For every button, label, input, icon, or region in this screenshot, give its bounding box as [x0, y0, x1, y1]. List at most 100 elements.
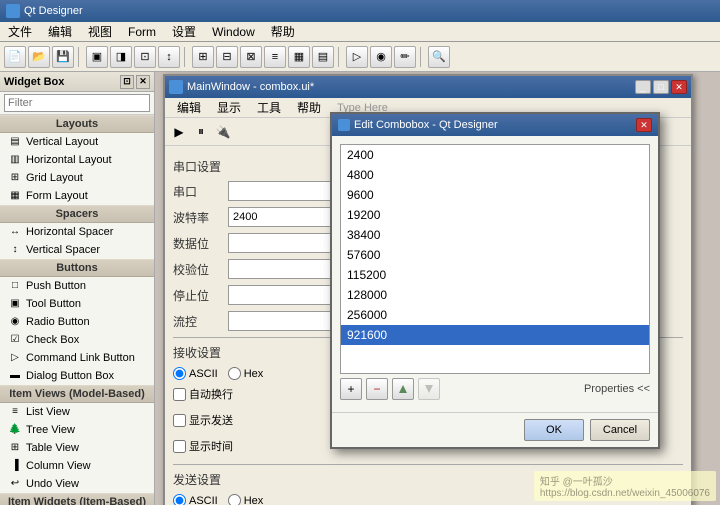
menu-help[interactable]: 帮助 — [263, 22, 303, 41]
widget-box: Widget Box ⊡ ✕ Layouts ▤ Vertical Layout… — [0, 72, 155, 505]
menu-form[interactable]: Form — [120, 24, 164, 40]
category-item-views[interactable]: Item Views (Model-Based) — [0, 385, 154, 403]
widget-box-close-btn[interactable]: ✕ — [136, 75, 150, 89]
show-time-label[interactable]: 显示时间 — [173, 438, 233, 454]
send-hex-radio[interactable] — [228, 494, 241, 505]
new-button[interactable]: 📄 — [4, 46, 26, 68]
send-ascii-radio[interactable] — [173, 494, 186, 505]
menu-file[interactable]: 文件 — [0, 22, 40, 41]
combo-down-btn[interactable] — [418, 378, 440, 400]
flow-control-label: 流控 — [173, 313, 228, 330]
filter-input[interactable] — [4, 94, 150, 112]
qt-menu-display[interactable]: 显示 — [209, 98, 249, 117]
show-send-label[interactable]: 显示发送 — [173, 412, 233, 428]
watermark: 知乎 @一叶孤沙 https://blog.csdn.net/weixin_45… — [534, 471, 716, 501]
title-bar: Qt Designer — [0, 0, 720, 22]
show-time-checkbox[interactable] — [173, 440, 186, 453]
toolbar-btn-10[interactable]: ▤ — [312, 46, 334, 68]
toolbar-btn-14[interactable]: 🔍 — [428, 46, 450, 68]
menu-edit[interactable]: 编辑 — [40, 22, 80, 41]
qt-menu-tools[interactable]: 工具 — [249, 98, 289, 117]
toolbar-btn-5[interactable]: ⊞ — [192, 46, 214, 68]
combo-dialog-close-btn[interactable]: ✕ — [636, 118, 652, 132]
widget-horizontal-layout[interactable]: ▥ Horizontal Layout — [0, 151, 154, 169]
combo-list-item[interactable]: 57600 — [341, 245, 649, 265]
combo-cancel-btn[interactable]: Cancel — [590, 419, 650, 441]
open-button[interactable]: 📂 — [28, 46, 50, 68]
menu-view[interactable]: 视图 — [80, 22, 120, 41]
widget-vertical-layout[interactable]: ▤ Vertical Layout — [0, 133, 154, 151]
combo-list-item[interactable]: 38400 — [341, 225, 649, 245]
widget-box-float-btn[interactable]: ⊡ — [120, 75, 134, 89]
toolbar-btn-6[interactable]: ⊟ — [216, 46, 238, 68]
widget-radio-button[interactable]: ◉ Radio Button — [0, 313, 154, 331]
qt-menu-help[interactable]: 帮助 — [289, 98, 329, 117]
qt-close-btn[interactable]: ✕ — [671, 80, 687, 94]
widget-list-view[interactable]: ≡ List View — [0, 403, 154, 421]
receive-hex-radio[interactable] — [228, 367, 241, 380]
toolbar-btn-11[interactable]: ▷ — [346, 46, 368, 68]
auto-newline-label[interactable]: 自动换行 — [173, 386, 233, 402]
combo-ok-btn[interactable]: OK — [524, 419, 584, 441]
combo-list-item[interactable]: 256000 — [341, 305, 649, 325]
toolbar-btn-1[interactable]: ▣ — [86, 46, 108, 68]
widget-table-view[interactable]: ⊞ Table View — [0, 439, 154, 457]
show-send-checkbox[interactable] — [173, 414, 186, 427]
receive-hex-label[interactable]: Hex — [228, 367, 264, 380]
content-area: MainWindow - combox.ui* _ □ ✕ 编辑 显示 工具 帮… — [155, 72, 720, 505]
category-spacers[interactable]: Spacers — [0, 205, 154, 223]
category-layouts[interactable]: Layouts — [0, 115, 154, 133]
widget-undo-view[interactable]: ↩ Undo View — [0, 475, 154, 493]
qt-play-btn[interactable]: ▶ — [169, 122, 189, 142]
widget-push-button[interactable]: □ Push Button — [0, 277, 154, 295]
save-button[interactable]: 💾 — [52, 46, 74, 68]
qt-maximize-btn[interactable]: □ — [653, 80, 669, 94]
toolbar-btn-3[interactable]: ⊡ — [134, 46, 156, 68]
toolbar-btn-9[interactable]: ▦ — [288, 46, 310, 68]
combo-list-item[interactable]: 921600 — [341, 325, 649, 345]
combo-up-btn[interactable] — [392, 378, 414, 400]
menu-settings[interactable]: 设置 — [164, 22, 204, 41]
qt-stop-btn[interactable]: 🔌 — [213, 122, 233, 142]
combo-list-item[interactable]: 9600 — [341, 185, 649, 205]
combo-list-item[interactable]: 4800 — [341, 165, 649, 185]
combo-remove-btn[interactable]: − — [366, 378, 388, 400]
category-buttons[interactable]: Buttons — [0, 259, 154, 277]
qt-menu-edit[interactable]: 编辑 — [169, 98, 209, 117]
toolbar-btn-7[interactable]: ⊠ — [240, 46, 262, 68]
combo-list-item[interactable]: 128000 — [341, 285, 649, 305]
combo-list-item[interactable]: 19200 — [341, 205, 649, 225]
send-hex-label[interactable]: Hex — [228, 494, 264, 505]
widget-tree-view[interactable]: 🌲 Tree View — [0, 421, 154, 439]
widget-grid-layout[interactable]: ⊞ Grid Layout — [0, 169, 154, 187]
widget-command-link-button[interactable]: ▷ Command Link Button — [0, 349, 154, 367]
receive-ascii-radio[interactable] — [173, 367, 186, 380]
widget-horizontal-spacer[interactable]: ↔ Horizontal Spacer — [0, 223, 154, 241]
menu-window[interactable]: Window — [204, 24, 263, 40]
widget-form-layout[interactable]: ▦ Form Layout — [0, 187, 154, 205]
baud-rate-label: 波特率 — [173, 209, 228, 226]
toolbar-btn-8[interactable]: ≡ — [264, 46, 286, 68]
receive-ascii-label[interactable]: ASCII — [173, 367, 218, 380]
widget-vertical-spacer[interactable]: ↕ Vertical Spacer — [0, 241, 154, 259]
section-divider-2 — [173, 464, 683, 465]
send-ascii-label[interactable]: ASCII — [173, 494, 218, 505]
widget-column-view[interactable]: ▐ Column View — [0, 457, 154, 475]
toolbar-btn-2[interactable]: ◨ — [110, 46, 132, 68]
auto-newline-checkbox[interactable] — [173, 388, 186, 401]
toolbar-btn-12[interactable]: ◉ — [370, 46, 392, 68]
category-item-widgets[interactable]: Item Widgets (Item-Based) — [0, 493, 154, 505]
widget-dialog-button-box[interactable]: ▬ Dialog Button Box — [0, 367, 154, 385]
widget-check-box[interactable]: ☑ Check Box — [0, 331, 154, 349]
widget-tool-button[interactable]: ▣ Tool Button — [0, 295, 154, 313]
combo-list-item[interactable]: 2400 — [341, 145, 649, 165]
toolbar-btn-4[interactable]: ↕ — [158, 46, 180, 68]
qt-minimize-btn[interactable]: _ — [635, 80, 651, 94]
toolbar-btn-13[interactable]: ✏ — [394, 46, 416, 68]
combo-list[interactable]: 2400480096001920038400576001152001280002… — [340, 144, 650, 374]
qt-pause-btn[interactable]: ⏸ — [191, 122, 211, 142]
combo-add-btn[interactable]: + — [340, 378, 362, 400]
combo-list-item[interactable]: 115200 — [341, 265, 649, 285]
main-menu-bar: 文件 编辑 视图 Form 设置 Window 帮助 — [0, 22, 720, 42]
combo-properties-link[interactable]: Properties << — [584, 383, 650, 395]
